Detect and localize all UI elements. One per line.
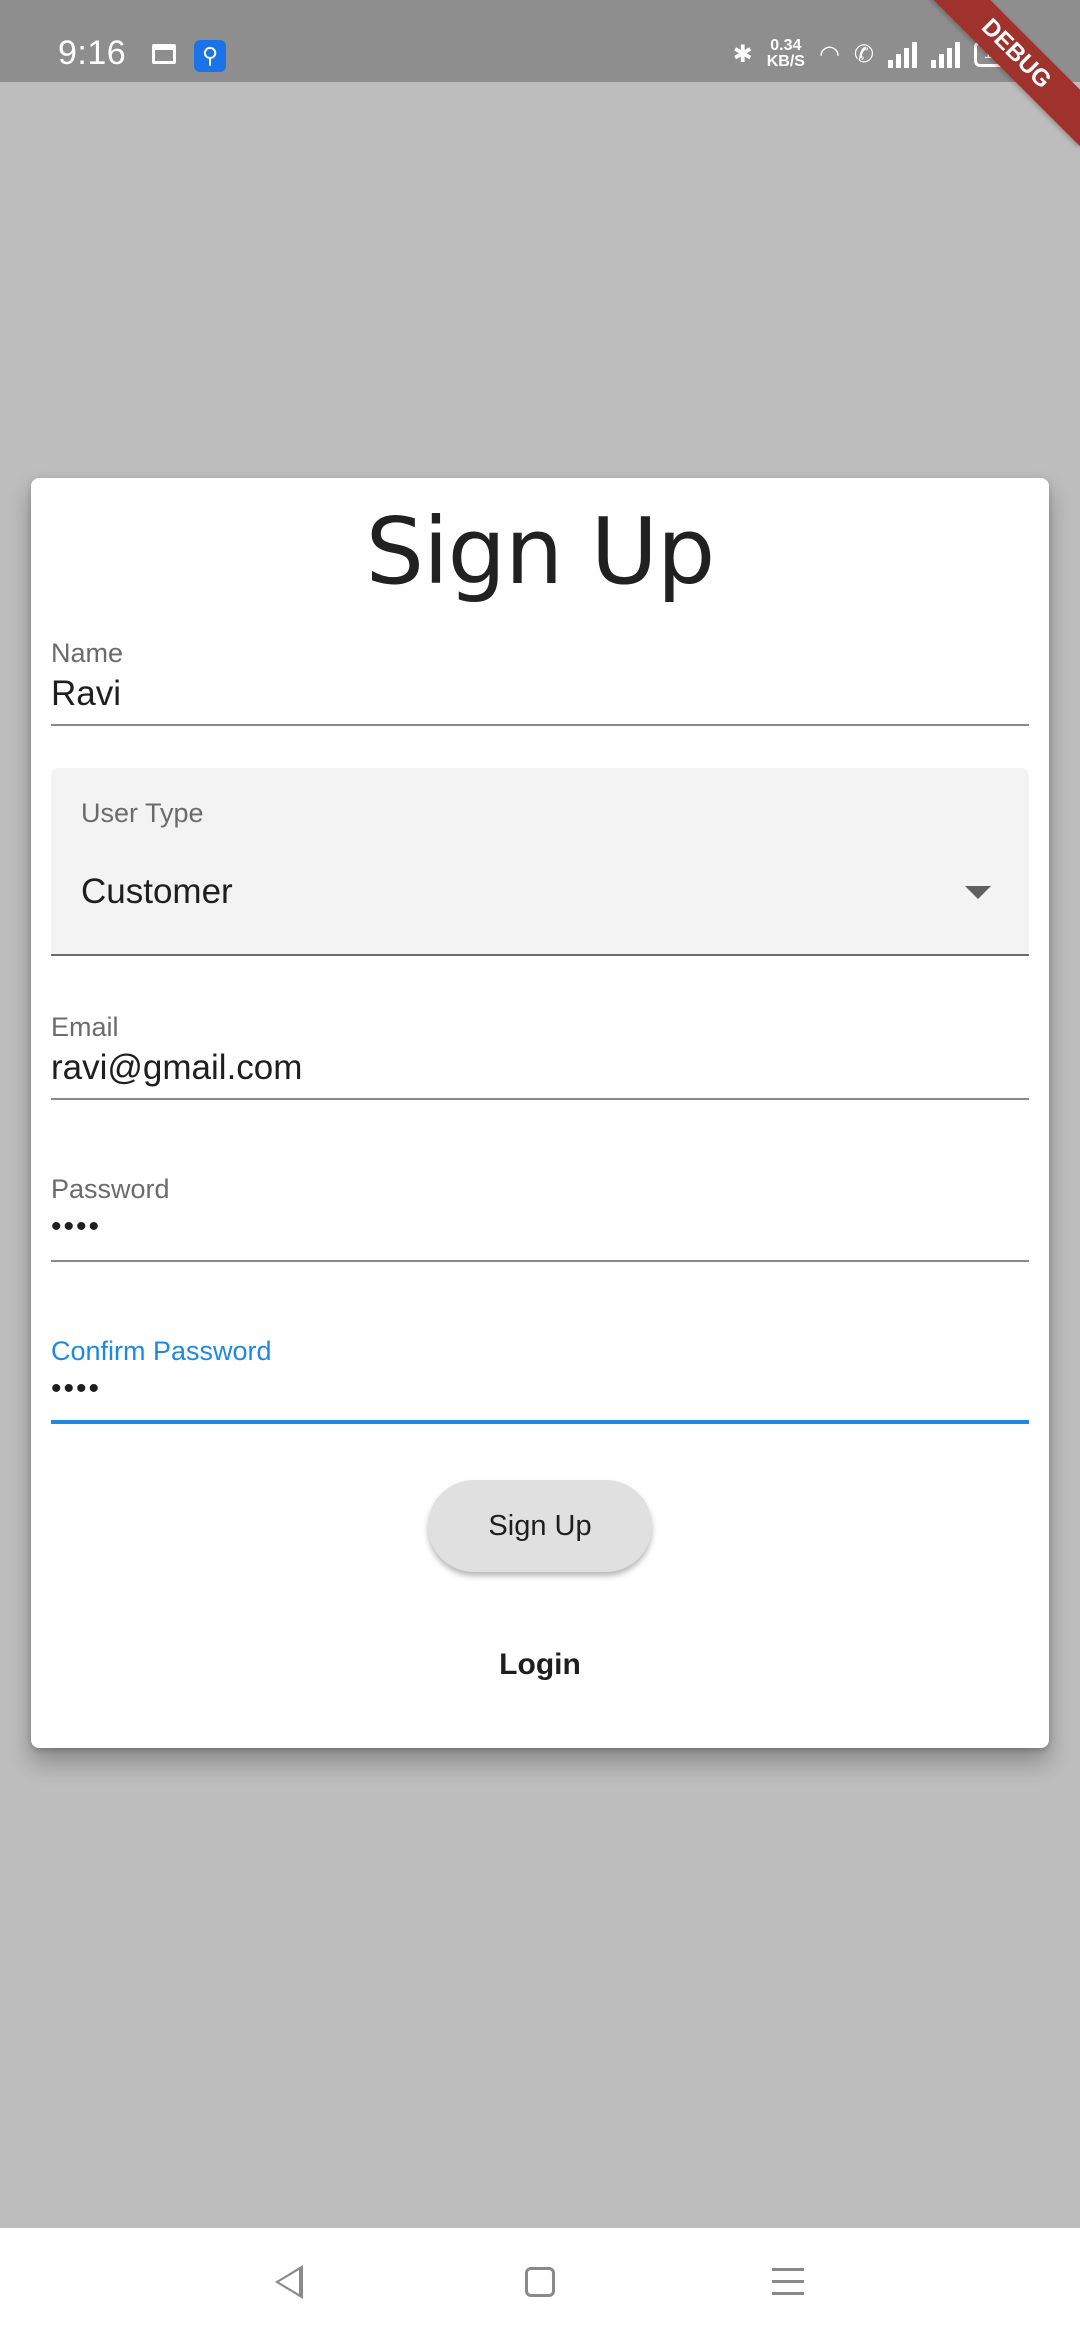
confirm-password-field[interactable]: Confirm Password •••• (51, 1326, 1029, 1426)
password-label: Password (51, 1174, 170, 1204)
usb-icon: ⚲ (194, 40, 226, 72)
login-link[interactable]: Login (31, 1648, 1049, 1682)
confirm-password-input[interactable]: •••• (51, 1372, 101, 1406)
menu-icon[interactable] (772, 2268, 804, 2296)
password-underline (51, 1260, 1029, 1262)
name-input[interactable]: Ravi (51, 674, 121, 714)
email-field[interactable]: Email ravi@gmail.com (51, 1002, 1029, 1102)
user-type-dropdown[interactable]: User Type Customer (51, 768, 1029, 956)
page-title: Sign Up (365, 498, 716, 605)
name-field[interactable]: Name Ravi (51, 628, 1029, 728)
signal-icon (888, 40, 917, 68)
call-icon: ✆ (853, 40, 874, 68)
wifi-icon: ◠ (818, 40, 840, 68)
confirm-password-label: Confirm Password (51, 1336, 272, 1366)
user-type-value[interactable]: Customer (81, 872, 233, 912)
signup-button[interactable]: Sign Up (428, 1480, 652, 1572)
status-bar: 9:16 ⚲ ✱ 0.34 KB/S ◠ ✆ 100 DEBUG (0, 0, 1080, 146)
back-icon[interactable] (275, 2265, 303, 2299)
name-label: Name (51, 638, 124, 668)
network-speed: 0.34 KB/S (766, 37, 805, 70)
confirm-password-underline (51, 1420, 1029, 1424)
status-time: 9:16 (58, 34, 127, 72)
password-field[interactable]: Password •••• (51, 1164, 1029, 1264)
password-input[interactable]: •••• (51, 1210, 101, 1244)
navigation-bar (0, 2228, 1080, 2340)
email-underline (51, 1098, 1029, 1100)
signal-icon-2 (931, 40, 960, 68)
dropdown-arrow-icon[interactable] (965, 886, 991, 899)
name-underline (51, 724, 1029, 726)
calendar-icon (152, 44, 176, 64)
bluetooth-icon: ✱ (732, 40, 753, 68)
signup-card: Sign Up Name Ravi User Type Customer Ema… (31, 478, 1049, 1748)
email-label: Email (51, 1012, 119, 1042)
email-input[interactable]: ravi@gmail.com (51, 1048, 302, 1088)
home-icon[interactable] (525, 2267, 555, 2297)
user-type-label: User Type (81, 798, 204, 828)
